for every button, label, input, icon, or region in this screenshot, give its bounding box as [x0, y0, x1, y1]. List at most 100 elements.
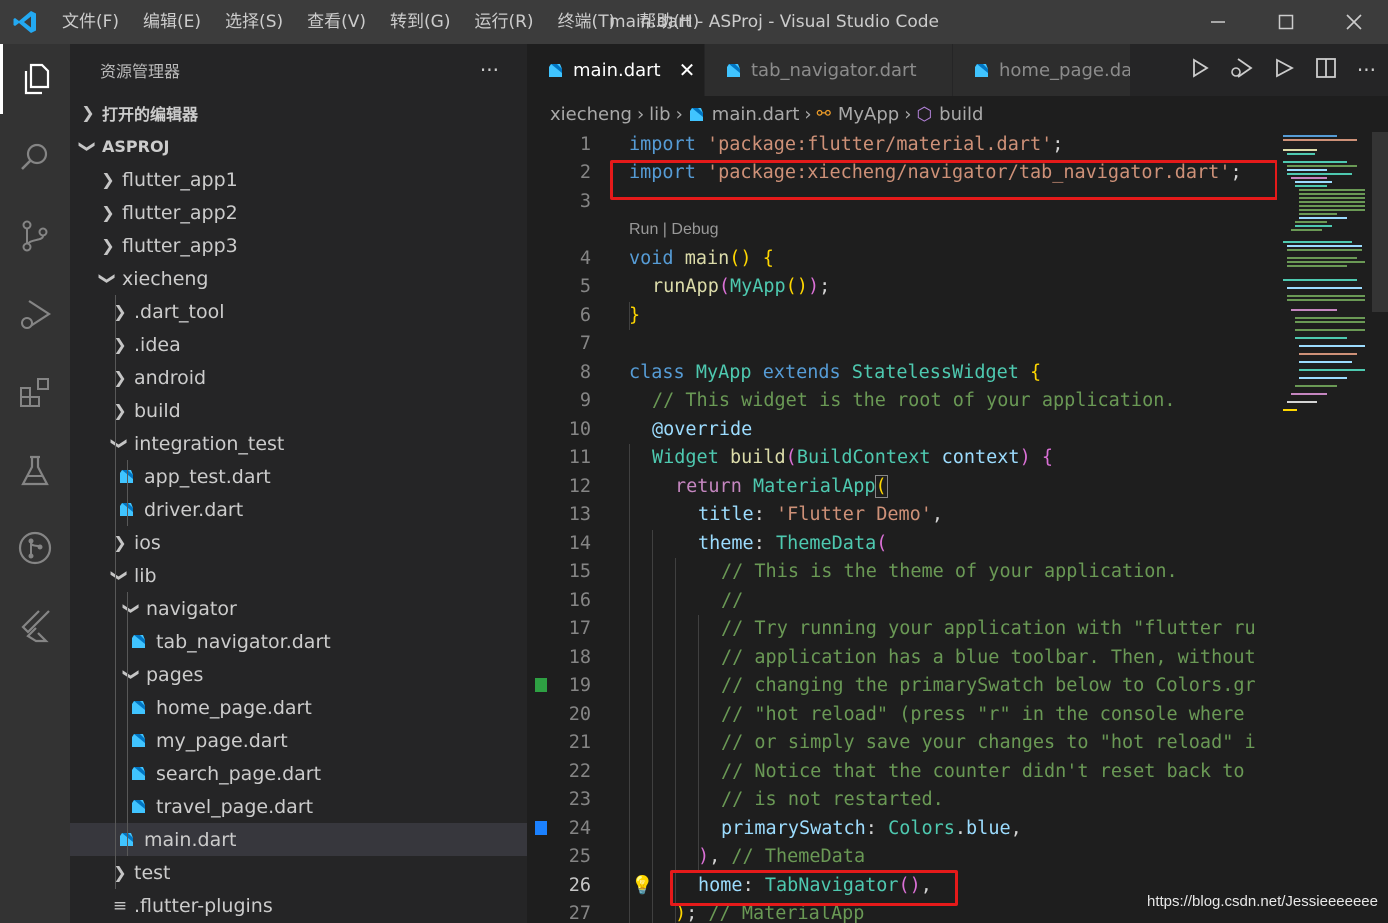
code-line-18: // application has a blue toolbar. Then,…	[721, 647, 1256, 668]
code-editor[interactable]: 1 2 3 4 5 6 7 8 9 10 11 12 13 14 15 16 1…	[527, 132, 1277, 923]
tree-file-app-test-dart[interactable]: app_test.dart	[70, 460, 527, 493]
tree-file-driver-dart[interactable]: driver.dart	[70, 493, 527, 526]
tree-folder-navigator[interactable]: ❯ navigator	[70, 592, 527, 625]
breadcrumb-item[interactable]: xiecheng	[550, 104, 632, 125]
tree-folder-flutter-app3[interactable]: ❯ flutter_app3	[70, 229, 527, 262]
chevron-right-icon: ❯	[113, 302, 127, 321]
minimap[interactable]	[1277, 132, 1372, 923]
gitlens-icon[interactable]	[0, 513, 70, 583]
menu-file[interactable]: 文件(F)	[50, 0, 131, 44]
code-lens-run-debug[interactable]: Run | Debug	[629, 221, 719, 239]
chevron-right-icon: ❯	[101, 203, 115, 222]
menu-go[interactable]: 转到(G)	[378, 0, 462, 44]
code-line-15: // This is the theme of your application…	[721, 561, 1178, 582]
menu-run[interactable]: 运行(R)	[462, 0, 545, 44]
line-number: 6	[579, 305, 591, 326]
line-number: 22	[568, 761, 591, 782]
class-icon: ⚯	[816, 104, 831, 124]
method-icon: ⬡	[916, 103, 933, 125]
dart-file-icon	[688, 106, 705, 123]
menu-terminal[interactable]: 终端(T)	[546, 0, 628, 44]
highlight-box-import	[610, 160, 1277, 200]
minimize-button[interactable]	[1184, 0, 1252, 44]
tree-file-home-page-dart[interactable]: home_page.dart	[70, 691, 527, 724]
indent-guide	[629, 444, 630, 923]
window-controls	[1184, 0, 1388, 44]
extensions-icon[interactable]	[0, 358, 70, 428]
breadcrumb-item[interactable]: lib	[649, 104, 670, 125]
tree-folder-build[interactable]: ❯ build	[70, 394, 527, 427]
menu-edit[interactable]: 编辑(E)	[131, 0, 213, 44]
line-number: 14	[568, 533, 591, 554]
tree-folder-ios[interactable]: ❯ ios	[70, 526, 527, 559]
editor-tabs: main.dart ✕ tab_navigator.dart home_page…	[527, 44, 1388, 96]
tab-main-dart[interactable]: main.dart ✕	[527, 44, 705, 96]
line-number: 12	[568, 476, 591, 497]
code-line-20: // "hot reload" (press "r" in the consol…	[721, 704, 1245, 725]
breadcrumb-item[interactable]: build	[939, 104, 983, 125]
dart-file-icon	[547, 62, 564, 79]
menu-view[interactable]: 查看(V)	[295, 0, 378, 44]
debug-icon[interactable]	[1229, 57, 1253, 84]
tree-file-my-page-dart[interactable]: my_page.dart	[70, 724, 527, 757]
source-control-icon[interactable]	[0, 201, 70, 271]
split-editor-icon[interactable]	[1315, 57, 1337, 84]
line-number: 16	[568, 590, 591, 611]
line-number: 3	[579, 191, 591, 212]
indent-guide	[675, 558, 676, 923]
line-number: 5	[579, 276, 591, 297]
menu-selection[interactable]: 选择(S)	[213, 0, 295, 44]
menu-help[interactable]: 帮助(H)	[627, 0, 711, 44]
close-tab-icon[interactable]: ✕	[679, 58, 696, 82]
tree-folder-test[interactable]: ❯ test	[70, 856, 527, 889]
dart-file-icon	[973, 62, 990, 79]
tree-file-main-dart[interactable]: main.dart	[70, 823, 527, 856]
tree-folder-idea[interactable]: ❯ .idea	[70, 328, 527, 361]
line-number: 24	[568, 818, 591, 839]
code-line-24: primarySwatch: Colors.blue,	[721, 818, 1022, 839]
chevron-right-icon: ›	[636, 103, 645, 125]
line-number: 9	[579, 390, 591, 411]
tab-tab-navigator-dart[interactable]: tab_navigator.dart	[705, 44, 953, 96]
explorer-icon[interactable]	[0, 44, 70, 114]
tree-indent-guide	[115, 295, 116, 889]
lightbulb-icon[interactable]: 💡	[631, 875, 653, 896]
tree-folder-android[interactable]: ❯ android	[70, 361, 527, 394]
project-root-asproj[interactable]: ❯ ASPROJ	[70, 130, 527, 163]
tree-folder-integration-test[interactable]: ❯ integration_test	[70, 427, 527, 460]
chevron-right-icon: ❯	[113, 863, 127, 882]
maximize-button[interactable]	[1252, 0, 1320, 44]
close-button[interactable]	[1320, 0, 1388, 44]
more-actions-icon[interactable]: ···	[1357, 58, 1376, 82]
tree-folder-xiecheng[interactable]: ❯ xiecheng	[70, 262, 527, 295]
testing-icon[interactable]	[0, 436, 70, 506]
tree-folder-lib[interactable]: ❯ lib	[70, 559, 527, 592]
line-number: 1	[579, 134, 591, 155]
tree-folder-flutter-app1[interactable]: ❯ flutter_app1	[70, 163, 527, 196]
breadcrumb-item[interactable]: main.dart	[712, 104, 800, 125]
title-bar: 文件(F) 编辑(E) 选择(S) 查看(V) 转到(G) 运行(R) 终端(T…	[0, 0, 1388, 44]
vscode-logo-icon	[0, 0, 50, 44]
tree-folder-dart-tool[interactable]: ❯ .dart_tool	[70, 295, 527, 328]
tree-file-flutter-plugins[interactable]: ≡ .flutter-plugins	[70, 889, 527, 922]
code-line-27: ); // MaterialApp	[675, 903, 865, 923]
tree-file-travel-page-dart[interactable]: travel_page.dart	[70, 790, 527, 823]
search-icon[interactable]	[0, 122, 70, 192]
chevron-down-icon: ❯	[122, 667, 142, 682]
indent-guide	[698, 615, 699, 870]
breadcrumb-item[interactable]: MyApp	[838, 104, 899, 125]
tree-folder-flutter-app2[interactable]: ❯ flutter_app2	[70, 196, 527, 229]
flutter-icon[interactable]	[0, 590, 70, 660]
open-editors-section[interactable]: ❯ 打开的编辑器	[70, 96, 527, 129]
vertical-scrollbar[interactable]	[1372, 132, 1388, 923]
run-debug-icon[interactable]	[0, 279, 70, 349]
run-without-debugging-icon[interactable]	[1273, 57, 1295, 84]
tree-folder-pages[interactable]: ❯ pages	[70, 658, 527, 691]
scrollbar-thumb[interactable]	[1372, 132, 1388, 312]
tab-home-page-dart[interactable]: home_page.da	[953, 44, 1131, 96]
more-actions-icon[interactable]: ···	[480, 58, 499, 82]
run-icon[interactable]	[1191, 57, 1209, 83]
tree-file-tab-navigator-dart[interactable]: tab_navigator.dart	[70, 625, 527, 658]
tree-file-search-page-dart[interactable]: search_page.dart	[70, 757, 527, 790]
code-line-6: }	[629, 305, 641, 326]
